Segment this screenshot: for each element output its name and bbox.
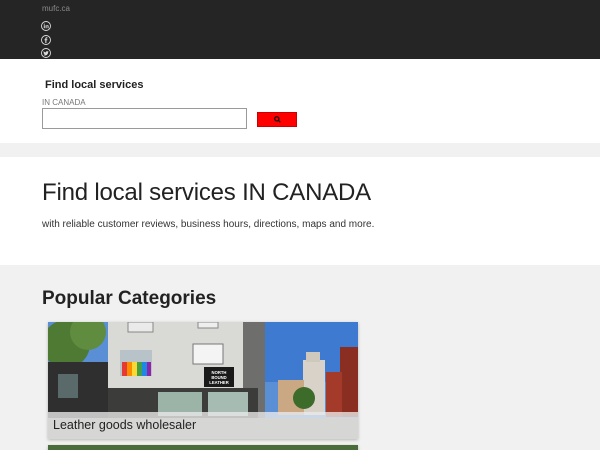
page-subtitle: with reliable customer reviews, business… [42,219,375,230]
category-card-leather-goods-wholesaler[interactable]: NORTH BOUND LEATHER Leather goods wholes… [48,322,358,439]
top-bar: mufc.ca [0,0,600,59]
search-input[interactable] [42,108,247,129]
category-card-partial[interactable] [48,445,358,450]
search-icon [273,116,281,123]
svg-text:LEATHER: LEATHER [209,380,228,385]
search-section: Find local services IN CANADA [0,59,600,143]
section-divider [0,143,600,157]
facebook-icon[interactable] [41,35,51,45]
popular-categories-title: Popular Categories [42,288,217,309]
search-location-label: IN CANADA [42,98,86,107]
linkedin-icon[interactable] [41,21,51,31]
twitter-icon[interactable] [41,48,51,58]
search-heading: Find local services [45,79,144,91]
page-title: Find local services IN CANADA [42,179,371,206]
category-label: Leather goods wholesaler [48,412,358,439]
site-name-link[interactable]: mufc.ca [42,4,70,13]
search-button[interactable] [257,112,297,127]
